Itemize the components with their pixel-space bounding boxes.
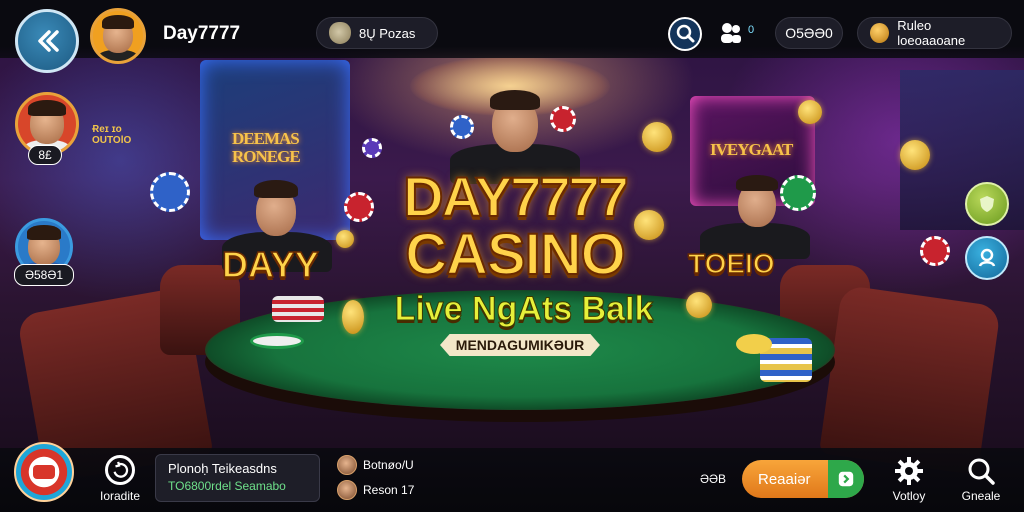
lookup-button[interactable]: [668, 17, 702, 51]
coin: [686, 292, 712, 318]
player-avatar: [337, 480, 357, 500]
side-player-tag-2: Ə58Ə1: [14, 264, 74, 286]
left-word: DAYY: [221, 243, 319, 286]
readme-button[interactable]: Ioradite: [94, 455, 146, 503]
shield-icon: [980, 196, 994, 212]
chip-purple: [362, 138, 382, 158]
coin: [336, 230, 354, 248]
chat-panel[interactable]: Plonoḥ Teikeasdns TO6800rdel Seamabo: [155, 454, 320, 502]
back-button[interactable]: [15, 9, 79, 73]
coin: [798, 100, 822, 124]
side-player-note: Ɍeɪ ɪo OUTOlO: [92, 124, 131, 146]
coin: [900, 140, 930, 170]
side-player-tag-1: 8£: [28, 145, 62, 165]
chat-subtitle: TO6800rdel Seamabo: [168, 479, 286, 493]
search-icon: [968, 458, 995, 485]
profile-icon: [978, 248, 996, 267]
player-name: Botnøo/U: [363, 458, 414, 472]
logo-line-1: DAY7777: [402, 165, 630, 228]
bet-amount: ƏƏB: [700, 472, 727, 486]
search-button[interactable]: Gneale: [956, 456, 1006, 503]
bet-button-label: Reaaiər: [758, 470, 811, 488]
refresh-icon: [105, 455, 135, 485]
friends-button[interactable]: [718, 20, 744, 46]
profile-button[interactable]: [965, 236, 1009, 280]
bottom-bar: [0, 448, 1024, 512]
side-player-note-line-1: Ɍeɪ ɪo: [92, 124, 122, 135]
money-bag-icon: [329, 22, 351, 44]
chip-red-small: [550, 106, 576, 132]
verify-label: Votloy: [892, 489, 926, 503]
shield-button[interactable]: [965, 182, 1009, 226]
player-entry[interactable]: Botnøo/U: [337, 455, 414, 475]
chip-on-table: [250, 333, 304, 349]
go-arrow-icon: [828, 460, 864, 498]
chip-yellow: [736, 334, 772, 354]
bonus-label: 8Ų Pozas: [359, 25, 416, 41]
rules-button[interactable]: Ruleo loeoaaoane: [857, 17, 1012, 49]
chair-right-front: [818, 284, 1002, 476]
readme-label: Ioradite: [99, 489, 141, 503]
left-wall-sign: DEEMAS RONEGE: [232, 129, 301, 166]
coin-balance[interactable]: O5ƏƏ0: [775, 17, 843, 49]
home-logo-button[interactable]: [14, 442, 74, 502]
chip-stack: [272, 296, 324, 322]
logo-subtitle: Live NgAts BaIk: [394, 290, 654, 329]
gear-icon: [895, 457, 923, 485]
chat-title: Plonoḥ Teikeasdns: [168, 461, 277, 476]
chip-green: [780, 175, 816, 211]
player-name: Reson 17: [363, 483, 415, 497]
user-avatar[interactable]: [90, 8, 146, 64]
rules-icon: [870, 23, 890, 43]
right-wall-sign: IVEYGAAT: [710, 140, 793, 159]
logo-line-2: CASINO: [404, 222, 627, 287]
search-label: Gneale: [961, 489, 1001, 503]
search-person-icon: [670, 19, 700, 49]
casino-scene: DEEMAS RONEGE IVEYGAAT DAY7777 CASINO Li…: [0, 0, 1024, 512]
casino-logo: DAY7777 CASINO: [380, 165, 650, 287]
logo-banner: MENDAGUMIKƏUR: [440, 334, 600, 356]
chip-blue: [150, 172, 190, 212]
chip-red: [344, 192, 374, 222]
group-icon: [721, 23, 741, 43]
coin: [342, 300, 364, 334]
right-word: TOEIO: [687, 247, 775, 280]
back-arrow-icon: [38, 30, 59, 52]
coin-balance-value: O5ƏƏ0: [785, 25, 833, 41]
chip-blue-small: [450, 115, 474, 139]
chip-red-right: [920, 236, 950, 266]
player-avatar: [337, 455, 357, 475]
side-player-note-line-2: OUTOlO: [92, 135, 132, 146]
verify-button[interactable]: Votloy: [886, 456, 932, 503]
rules-label: Ruleo loeoaaoane: [897, 18, 966, 48]
coin: [642, 122, 672, 152]
game-logo-icon: [33, 465, 55, 479]
bet-button[interactable]: Reaaiər: [742, 460, 864, 498]
username: Day7777: [163, 23, 241, 44]
notification-badge: 0: [748, 24, 755, 36]
bonus-pill[interactable]: 8Ų Pozas: [316, 17, 438, 49]
player-entry[interactable]: Reson 17: [337, 480, 414, 500]
